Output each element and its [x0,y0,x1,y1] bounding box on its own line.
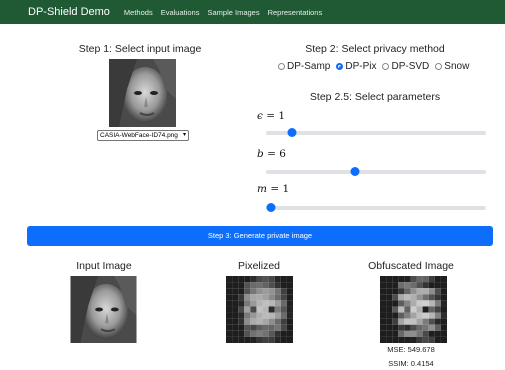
navbar: DP-Shield Demo Methods Evaluations Sampl… [0,0,505,24]
b-slider[interactable] [266,166,486,178]
step25-section: Step 2.5: Select parameters [270,91,480,103]
b-value: 6 [279,148,286,160]
generate-button[interactable]: Step 3: Generate private image [27,226,493,246]
step25-title: Step 2.5: Select parameters [309,91,441,103]
nav-link-representations[interactable]: Representations [268,8,323,17]
slider-thumb[interactable] [266,203,275,212]
nav-link-sample-images[interactable]: Sample Images [207,8,259,17]
b-label: b = 6 [257,148,286,160]
obfuscated-image [380,276,447,343]
radio-label: DP-Samp [287,61,331,72]
slider-thumb[interactable] [350,167,360,176]
radio-dp-svd[interactable]: DP-SVD [382,61,429,72]
radio-label: DP-SVD [391,61,430,72]
chevron-down-icon: ▾ [182,132,186,138]
step2-title: Step 2: Select privacy method [305,43,445,55]
ssim-text: SSIM: 0.4154 [388,359,434,368]
step1-title: Step 1: Select input image [78,43,202,55]
radio-dp-pix[interactable]: DP-Pix [336,61,376,72]
epsilon-value: 1 [278,110,286,122]
radio-button[interactable] [382,63,390,70]
step1-section: Step 1: Select input image [42,43,238,55]
input-image-title: Input Image [76,260,132,272]
obfuscated-image-title: Obfuscated Image [368,260,454,272]
m-symbol: m [257,183,267,195]
slider-thumb[interactable] [287,128,297,137]
brand-link[interactable]: DP-Shield Demo [28,6,110,18]
epsilon-symbol: ϵ [257,110,263,122]
slider-track [266,170,486,174]
radio-label: DP-Pix [345,61,377,72]
m-label: m = 1 [257,183,290,195]
epsilon-label: ϵ = 1 [257,110,286,122]
step2-section: Step 2: Select privacy method [270,43,480,55]
nav-link-evaluations[interactable]: Evaluations [161,8,200,17]
input-image [70,276,137,343]
epsilon-slider[interactable] [266,127,486,139]
nav-link-methods[interactable]: Methods [124,8,153,17]
radio-button[interactable] [278,63,285,70]
privacy-method-radios: DP-Samp DP-Pix DP-SVD Snow [278,61,475,72]
m-value: 1 [282,183,290,195]
pixelized-title: Pixelized [237,260,281,272]
radio-button[interactable] [435,63,443,70]
image-select-value: CASIA-WebFace-ID74.png [100,132,178,139]
radio-dp-samp[interactable]: DP-Samp [278,61,330,72]
radio-label: Snow [444,61,470,72]
pixelized-image [226,276,293,343]
m-slider[interactable] [266,202,486,214]
slider-track [266,206,486,210]
input-image-preview [109,59,176,127]
b-symbol: b [257,148,264,160]
radio-button-selected[interactable] [336,63,344,70]
mse-text: MSE: 549.678 [387,345,435,354]
radio-snow[interactable]: Snow [435,61,469,72]
image-select[interactable]: CASIA-WebFace-ID74.png ▾ [97,130,189,141]
slider-track [266,131,486,135]
